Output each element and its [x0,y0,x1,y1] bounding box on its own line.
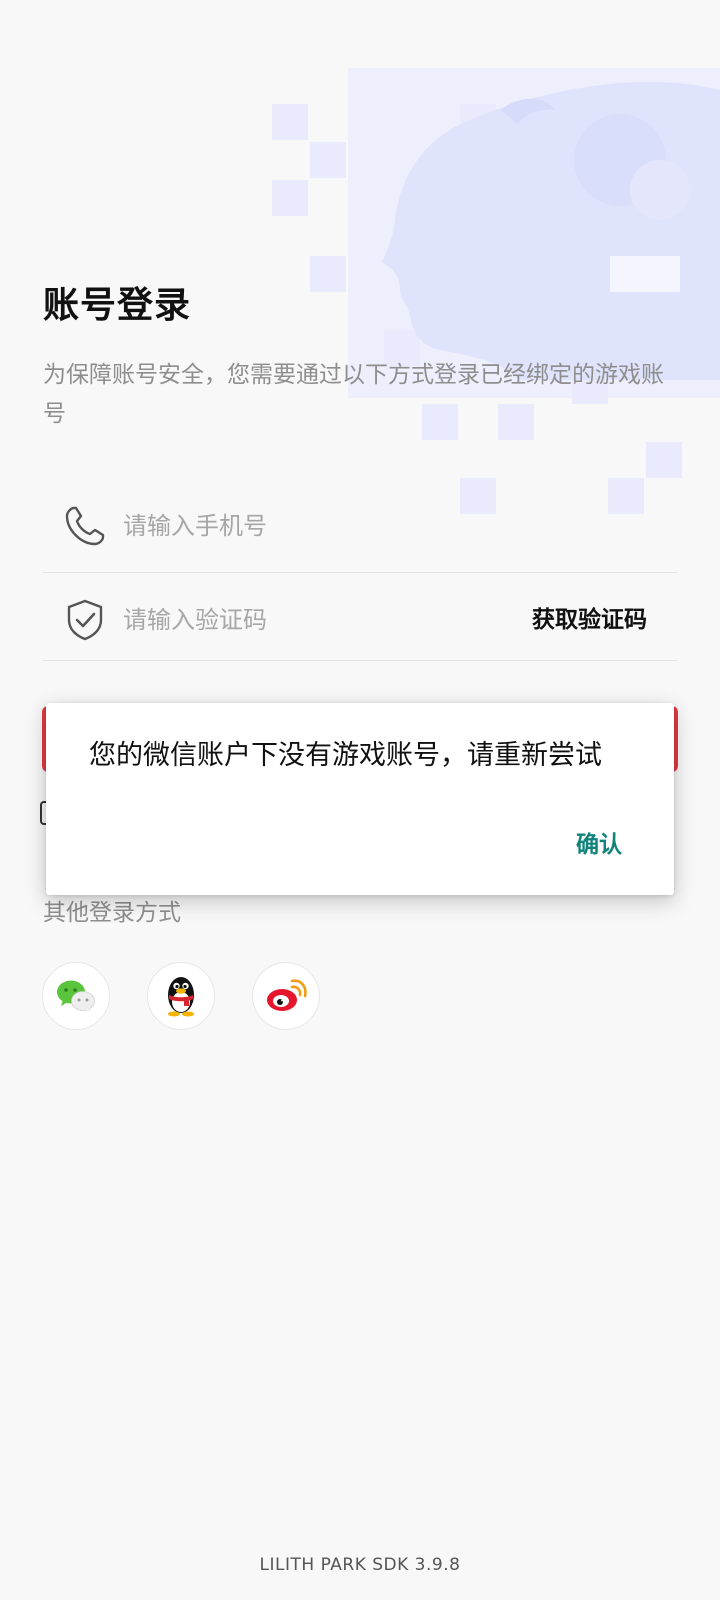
phone-input[interactable] [123,506,483,546]
verification-code-field: 获取验证码 [43,578,677,661]
sdk-version-footer: LILITH PARK SDK 3.9.8 [259,1555,461,1575]
shield-check-icon [67,599,103,641]
page-description: 为保障账号安全，您需要通过以下方式登录已经绑定的游戏账号 [43,362,664,427]
qq-login-button[interactable] [147,962,215,1030]
weibo-icon [267,979,307,1011]
phone-field [43,480,677,573]
alert-dialog: 您的微信账户下没有游戏账号，请重新尝试 确认 [46,703,674,895]
page-title: 账号登录 [43,285,192,326]
weibo-login-button[interactable] [252,962,320,1030]
qq-penguin-icon [168,977,194,1017]
other-login-title: 其他登录方式 [43,900,181,926]
get-code-button[interactable]: 获取验证码 [532,600,647,634]
dialog-message: 您的微信账户下没有游戏账号，请重新尝试 [89,740,602,771]
verification-code-input[interactable] [123,600,483,640]
wechat-icon [57,980,95,1012]
wechat-login-button[interactable] [42,962,110,1030]
phone-icon [65,506,105,546]
confirm-button[interactable]: 确认 [576,825,622,859]
